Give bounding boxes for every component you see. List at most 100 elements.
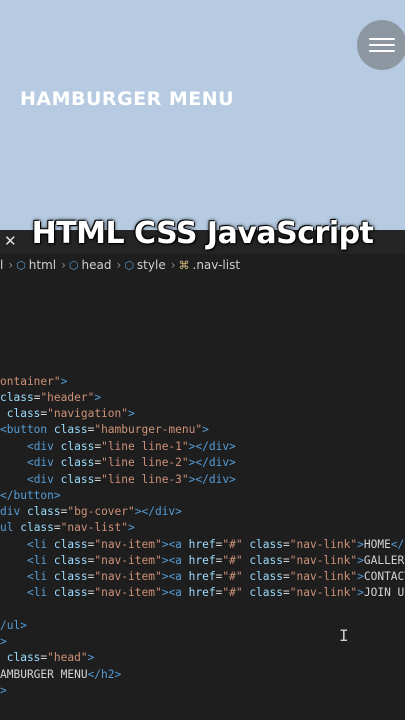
code-token: class <box>53 538 88 551</box>
code-token: class <box>53 570 88 583</box>
code-token: "#" <box>222 538 243 551</box>
breadcrumb-item-style[interactable]: style <box>137 258 166 272</box>
chevron-right-icon: › <box>116 258 122 272</box>
code-token: > <box>357 570 364 583</box>
code-token: <div <box>26 456 61 469</box>
code-token: <li <box>26 586 54 599</box>
code-token: <div <box>26 440 61 453</box>
code-line[interactable]: AMBURGER MENU</h2> <box>0 667 121 683</box>
code-token: <li <box>26 554 54 567</box>
code-line[interactable]: class="navigation"> <box>0 406 135 422</box>
code-token: "nav-link" <box>289 570 358 583</box>
code-token: ></div> <box>188 456 236 469</box>
code-token: </button> <box>0 489 61 502</box>
code-token: class <box>242 570 283 583</box>
breadcrumb-item-html[interactable]: html <box>29 258 56 272</box>
code-editor[interactable]: ontainer"> class="header"> class="navigat… <box>0 276 405 720</box>
code-line[interactable]: <li class="nav-item"><a href="#" class="… <box>0 537 405 553</box>
code-token: class <box>53 554 88 567</box>
code-token: "#" <box>222 586 243 599</box>
code-token: class <box>242 586 283 599</box>
code-token: "#" <box>222 554 243 567</box>
code-token: <div <box>26 473 61 486</box>
code-token: <button <box>0 423 54 436</box>
hamburger-line-3 <box>369 50 395 52</box>
code-line[interactable]: > <box>0 683 7 699</box>
code-token: class <box>53 586 88 599</box>
code-token: class <box>26 505 61 518</box>
code-token: class <box>242 554 283 567</box>
code-line[interactable]: </button> <box>0 488 61 504</box>
code-token: > <box>357 586 364 599</box>
code-token: = <box>283 538 290 551</box>
code-line[interactable]: class="header"> <box>0 390 101 406</box>
code-token: > <box>128 521 135 534</box>
code-token: = <box>53 521 61 534</box>
code-token: ><a <box>161 554 189 567</box>
breadcrumb-item-folder[interactable]: l <box>0 258 3 272</box>
chevron-right-icon: › <box>8 258 14 272</box>
code-token: ><a <box>161 570 189 583</box>
code-token: JOIN US <box>363 586 405 599</box>
code-token: "head" <box>47 651 88 664</box>
code-token: > <box>128 407 135 420</box>
code-token: CONTACT <box>363 570 405 583</box>
code-line[interactable]: class="head"> <box>0 650 95 666</box>
video-caption: HTML CSS JavaScript <box>31 216 374 251</box>
code-token: = <box>283 586 290 599</box>
code-token: ></div> <box>188 440 236 453</box>
code-line[interactable]: /ul> <box>0 618 27 634</box>
css-selector-icon: ⌘ <box>178 258 190 272</box>
hamburger-menu-button[interactable] <box>357 20 405 70</box>
code-token: class <box>60 456 95 469</box>
code-line[interactable]: ul class="nav-list"> <box>0 520 135 536</box>
code-token: > <box>357 554 364 567</box>
code-line[interactable]: <li class="nav-item"><a href="#" class="… <box>0 569 405 585</box>
code-line[interactable]: <button class="hamburger-menu"> <box>0 422 209 438</box>
code-token: "line line-3" <box>101 473 189 486</box>
code-line[interactable]: <li class="nav-item"><a href="#" class="… <box>0 585 405 601</box>
code-token: = <box>283 570 290 583</box>
breadcrumb: l › ⬡ html › ⬡ head › ⬡ style › ⌘ .nav-l… <box>0 254 405 276</box>
code-token: > <box>0 635 7 648</box>
code-token: ></div> <box>134 505 182 518</box>
code-line[interactable]: <div class="line line-3"></div> <box>0 472 236 488</box>
text-cursor-icon: I <box>339 626 349 645</box>
code-token: "nav-list" <box>60 521 129 534</box>
code-line[interactable]: <div class="line line-2"></div> <box>0 455 236 471</box>
code-token: href <box>188 538 216 551</box>
preview-title: HAMBURGER MENU <box>20 88 235 110</box>
code-token: ontainer" <box>0 375 61 388</box>
code-line[interactable]: ontainer"> <box>0 374 67 390</box>
hamburger-line-2 <box>369 44 395 46</box>
code-token: ul <box>0 521 21 534</box>
breadcrumb-item-nav-list[interactable]: .nav-list <box>193 258 241 272</box>
code-token: "nav-link" <box>289 538 358 551</box>
code-line[interactable]: <li class="nav-item"><a href="#" class="… <box>0 553 405 569</box>
code-token: > <box>202 423 209 436</box>
code-line[interactable]: > <box>0 634 7 650</box>
code-token: class <box>53 423 88 436</box>
code-token: GALLERY <box>363 554 405 567</box>
code-token: ></div> <box>188 473 236 486</box>
code-token: = <box>283 554 290 567</box>
breadcrumb-item-head[interactable]: head <box>82 258 112 272</box>
code-token: "nav-item" <box>94 570 162 583</box>
code-token: ><a <box>161 586 189 599</box>
code-token: > <box>0 684 7 697</box>
preview-panel: HAMBURGER MENU <box>0 0 405 230</box>
element-icon: ⬡ <box>124 258 134 272</box>
code-token: ><a <box>161 538 189 551</box>
code-token: <li <box>26 538 54 551</box>
code-token: class <box>60 473 95 486</box>
code-token: "nav-link" <box>289 554 358 567</box>
code-line[interactable]: <div class="line line-1"></div> <box>0 439 236 455</box>
code-token: class <box>0 407 41 420</box>
code-token: href <box>188 586 216 599</box>
code-token: </a> <box>390 538 405 551</box>
code-line[interactable]: div class="bg-cover"></div> <box>0 504 182 520</box>
